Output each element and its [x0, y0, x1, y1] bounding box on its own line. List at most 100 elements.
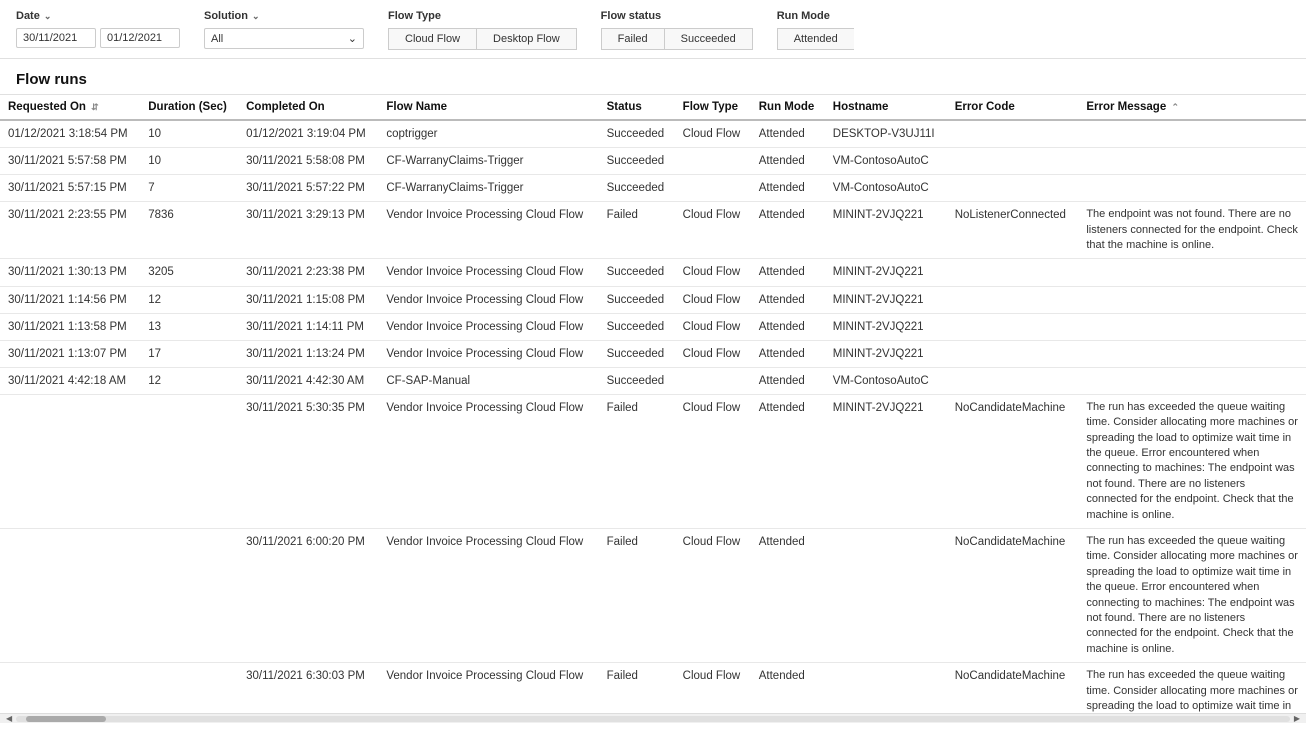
- cell-error-message: [1078, 313, 1306, 340]
- cell-hostname: MININT-2VJQ221: [825, 202, 947, 259]
- date-start-input[interactable]: [16, 28, 96, 48]
- cell-status: Failed: [599, 663, 675, 713]
- cell-flow-type: [675, 175, 751, 202]
- cell-duration: 10: [140, 148, 238, 175]
- cell-error-message: The endpoint was not found. There are no…: [1078, 202, 1306, 259]
- cell-requested-on: 30/11/2021 1:13:58 PM: [0, 313, 140, 340]
- cell-requested-on: 30/11/2021 1:14:56 PM: [0, 286, 140, 313]
- cell-duration: [140, 663, 238, 713]
- cell-error-code: [947, 148, 1079, 175]
- cell-hostname: MININT-2VJQ221: [825, 313, 947, 340]
- cell-requested-on: 30/11/2021 1:30:13 PM: [0, 259, 140, 286]
- flow-status-filter-group: Flow status Failed Succeeded: [601, 10, 753, 50]
- scroll-left-arrow[interactable]: ◀: [2, 714, 16, 723]
- cell-error-code: NoCandidateMachine: [947, 394, 1079, 528]
- cell-flow-name: Vendor Invoice Processing Cloud Flow: [378, 313, 598, 340]
- col-header-duration[interactable]: Duration (Sec): [140, 95, 238, 120]
- date-filter-group: Date ⌄: [16, 10, 180, 48]
- col-header-flow-type[interactable]: Flow Type: [675, 95, 751, 120]
- col-header-run-mode[interactable]: Run Mode: [751, 95, 825, 120]
- cell-error-message: The run has exceeded the queue waiting t…: [1078, 529, 1306, 663]
- cell-run-mode: Attended: [751, 175, 825, 202]
- flow-type-toggle-group: Cloud Flow Desktop Flow: [388, 28, 577, 50]
- run-mode-attended-button[interactable]: Attended: [777, 28, 854, 50]
- run-mode-toggle-group: Attended: [777, 28, 854, 50]
- scrollbar-track[interactable]: [16, 716, 1290, 722]
- cell-error-message: [1078, 120, 1306, 148]
- col-header-error-code[interactable]: Error Code: [947, 95, 1079, 120]
- flow-status-succeeded-button[interactable]: Succeeded: [664, 28, 753, 50]
- horizontal-scrollbar[interactable]: ◀ ▶: [0, 713, 1306, 723]
- cell-hostname: [825, 663, 947, 713]
- table-row: 30/11/2021 5:30:35 PMVendor Invoice Proc…: [0, 394, 1306, 528]
- flow-runs-table-wrapper[interactable]: Requested On ⇵ Duration (Sec) Completed …: [0, 94, 1306, 713]
- flow-type-cloud-button[interactable]: Cloud Flow: [388, 28, 476, 50]
- cell-flow-type: Cloud Flow: [675, 313, 751, 340]
- cell-requested-on: 01/12/2021 3:18:54 PM: [0, 120, 140, 148]
- cell-completed-on: 30/11/2021 5:58:08 PM: [238, 148, 378, 175]
- date-inputs-group: [16, 28, 180, 48]
- cell-hostname: [825, 529, 947, 663]
- cell-error-message: The run has exceeded the queue waiting t…: [1078, 394, 1306, 528]
- col-header-requested-on[interactable]: Requested On ⇵: [0, 95, 140, 120]
- cell-status: Succeeded: [599, 367, 675, 394]
- col-header-status[interactable]: Status: [599, 95, 675, 120]
- table-row: 30/11/2021 5:57:15 PM730/11/2021 5:57:22…: [0, 175, 1306, 202]
- cell-completed-on: 30/11/2021 5:57:22 PM: [238, 175, 378, 202]
- date-end-input[interactable]: [100, 28, 180, 48]
- cell-status: Succeeded: [599, 148, 675, 175]
- cell-status: Failed: [599, 202, 675, 259]
- scrollbar-thumb[interactable]: [26, 716, 106, 722]
- flow-status-failed-button[interactable]: Failed: [601, 28, 664, 50]
- cell-run-mode: Attended: [751, 202, 825, 259]
- cell-hostname: MININT-2VJQ221: [825, 259, 947, 286]
- scroll-right-arrow[interactable]: ▶: [1290, 714, 1304, 723]
- cell-duration: 3205: [140, 259, 238, 286]
- date-chevron-icon: ⌄: [44, 11, 52, 22]
- cell-hostname: VM-ContosoAutoC: [825, 367, 947, 394]
- cell-error-code: NoCandidateMachine: [947, 663, 1079, 713]
- solution-dropdown-icon: ⌄: [348, 32, 357, 45]
- cell-requested-on: [0, 529, 140, 663]
- col-header-flow-name[interactable]: Flow Name: [378, 95, 598, 120]
- flow-runs-title: Flow runs: [0, 59, 1306, 94]
- cell-flow-type: Cloud Flow: [675, 202, 751, 259]
- cell-completed-on: 30/11/2021 2:23:38 PM: [238, 259, 378, 286]
- cell-completed-on: 30/11/2021 6:00:20 PM: [238, 529, 378, 663]
- cell-error-code: NoCandidateMachine: [947, 529, 1079, 663]
- col-header-error-message[interactable]: Error Message ⌃: [1078, 95, 1306, 120]
- table-row: 30/11/2021 5:57:58 PM1030/11/2021 5:58:0…: [0, 148, 1306, 175]
- col-header-completed-on[interactable]: Completed On: [238, 95, 378, 120]
- cell-completed-on: 30/11/2021 1:15:08 PM: [238, 286, 378, 313]
- cell-error-message: [1078, 175, 1306, 202]
- cell-completed-on: 30/11/2021 6:30:03 PM: [238, 663, 378, 713]
- cell-completed-on: 30/11/2021 1:13:24 PM: [238, 340, 378, 367]
- cell-status: Succeeded: [599, 120, 675, 148]
- cell-requested-on: 30/11/2021 1:13:07 PM: [0, 340, 140, 367]
- cell-flow-name: CF-SAP-Manual: [378, 367, 598, 394]
- flow-type-desktop-button[interactable]: Desktop Flow: [476, 28, 577, 50]
- sort-icon-error-message: ⌃: [1171, 102, 1179, 112]
- cell-error-code: [947, 259, 1079, 286]
- cell-flow-name: Vendor Invoice Processing Cloud Flow: [378, 394, 598, 528]
- cell-requested-on: 30/11/2021 2:23:55 PM: [0, 202, 140, 259]
- col-header-hostname[interactable]: Hostname: [825, 95, 947, 120]
- cell-hostname: VM-ContosoAutoC: [825, 148, 947, 175]
- cell-hostname: DESKTOP-V3UJ11I: [825, 120, 947, 148]
- cell-run-mode: Attended: [751, 120, 825, 148]
- cell-hostname: VM-ContosoAutoC: [825, 175, 947, 202]
- cell-error-message: The run has exceeded the queue waiting t…: [1078, 663, 1306, 713]
- cell-flow-name: Vendor Invoice Processing Cloud Flow: [378, 529, 598, 663]
- cell-requested-on: 30/11/2021 5:57:58 PM: [0, 148, 140, 175]
- cell-duration: 13: [140, 313, 238, 340]
- cell-requested-on: [0, 663, 140, 713]
- solution-value-text: All: [211, 33, 223, 45]
- cell-error-code: NoListenerConnected: [947, 202, 1079, 259]
- table-header-row: Requested On ⇵ Duration (Sec) Completed …: [0, 95, 1306, 120]
- table-row: 30/11/2021 1:13:58 PM1330/11/2021 1:14:1…: [0, 313, 1306, 340]
- cell-flow-name: Vendor Invoice Processing Cloud Flow: [378, 202, 598, 259]
- solution-select[interactable]: All ⌄: [204, 28, 364, 49]
- cell-flow-name: Vendor Invoice Processing Cloud Flow: [378, 340, 598, 367]
- cell-error-message: [1078, 259, 1306, 286]
- cell-completed-on: 30/11/2021 3:29:13 PM: [238, 202, 378, 259]
